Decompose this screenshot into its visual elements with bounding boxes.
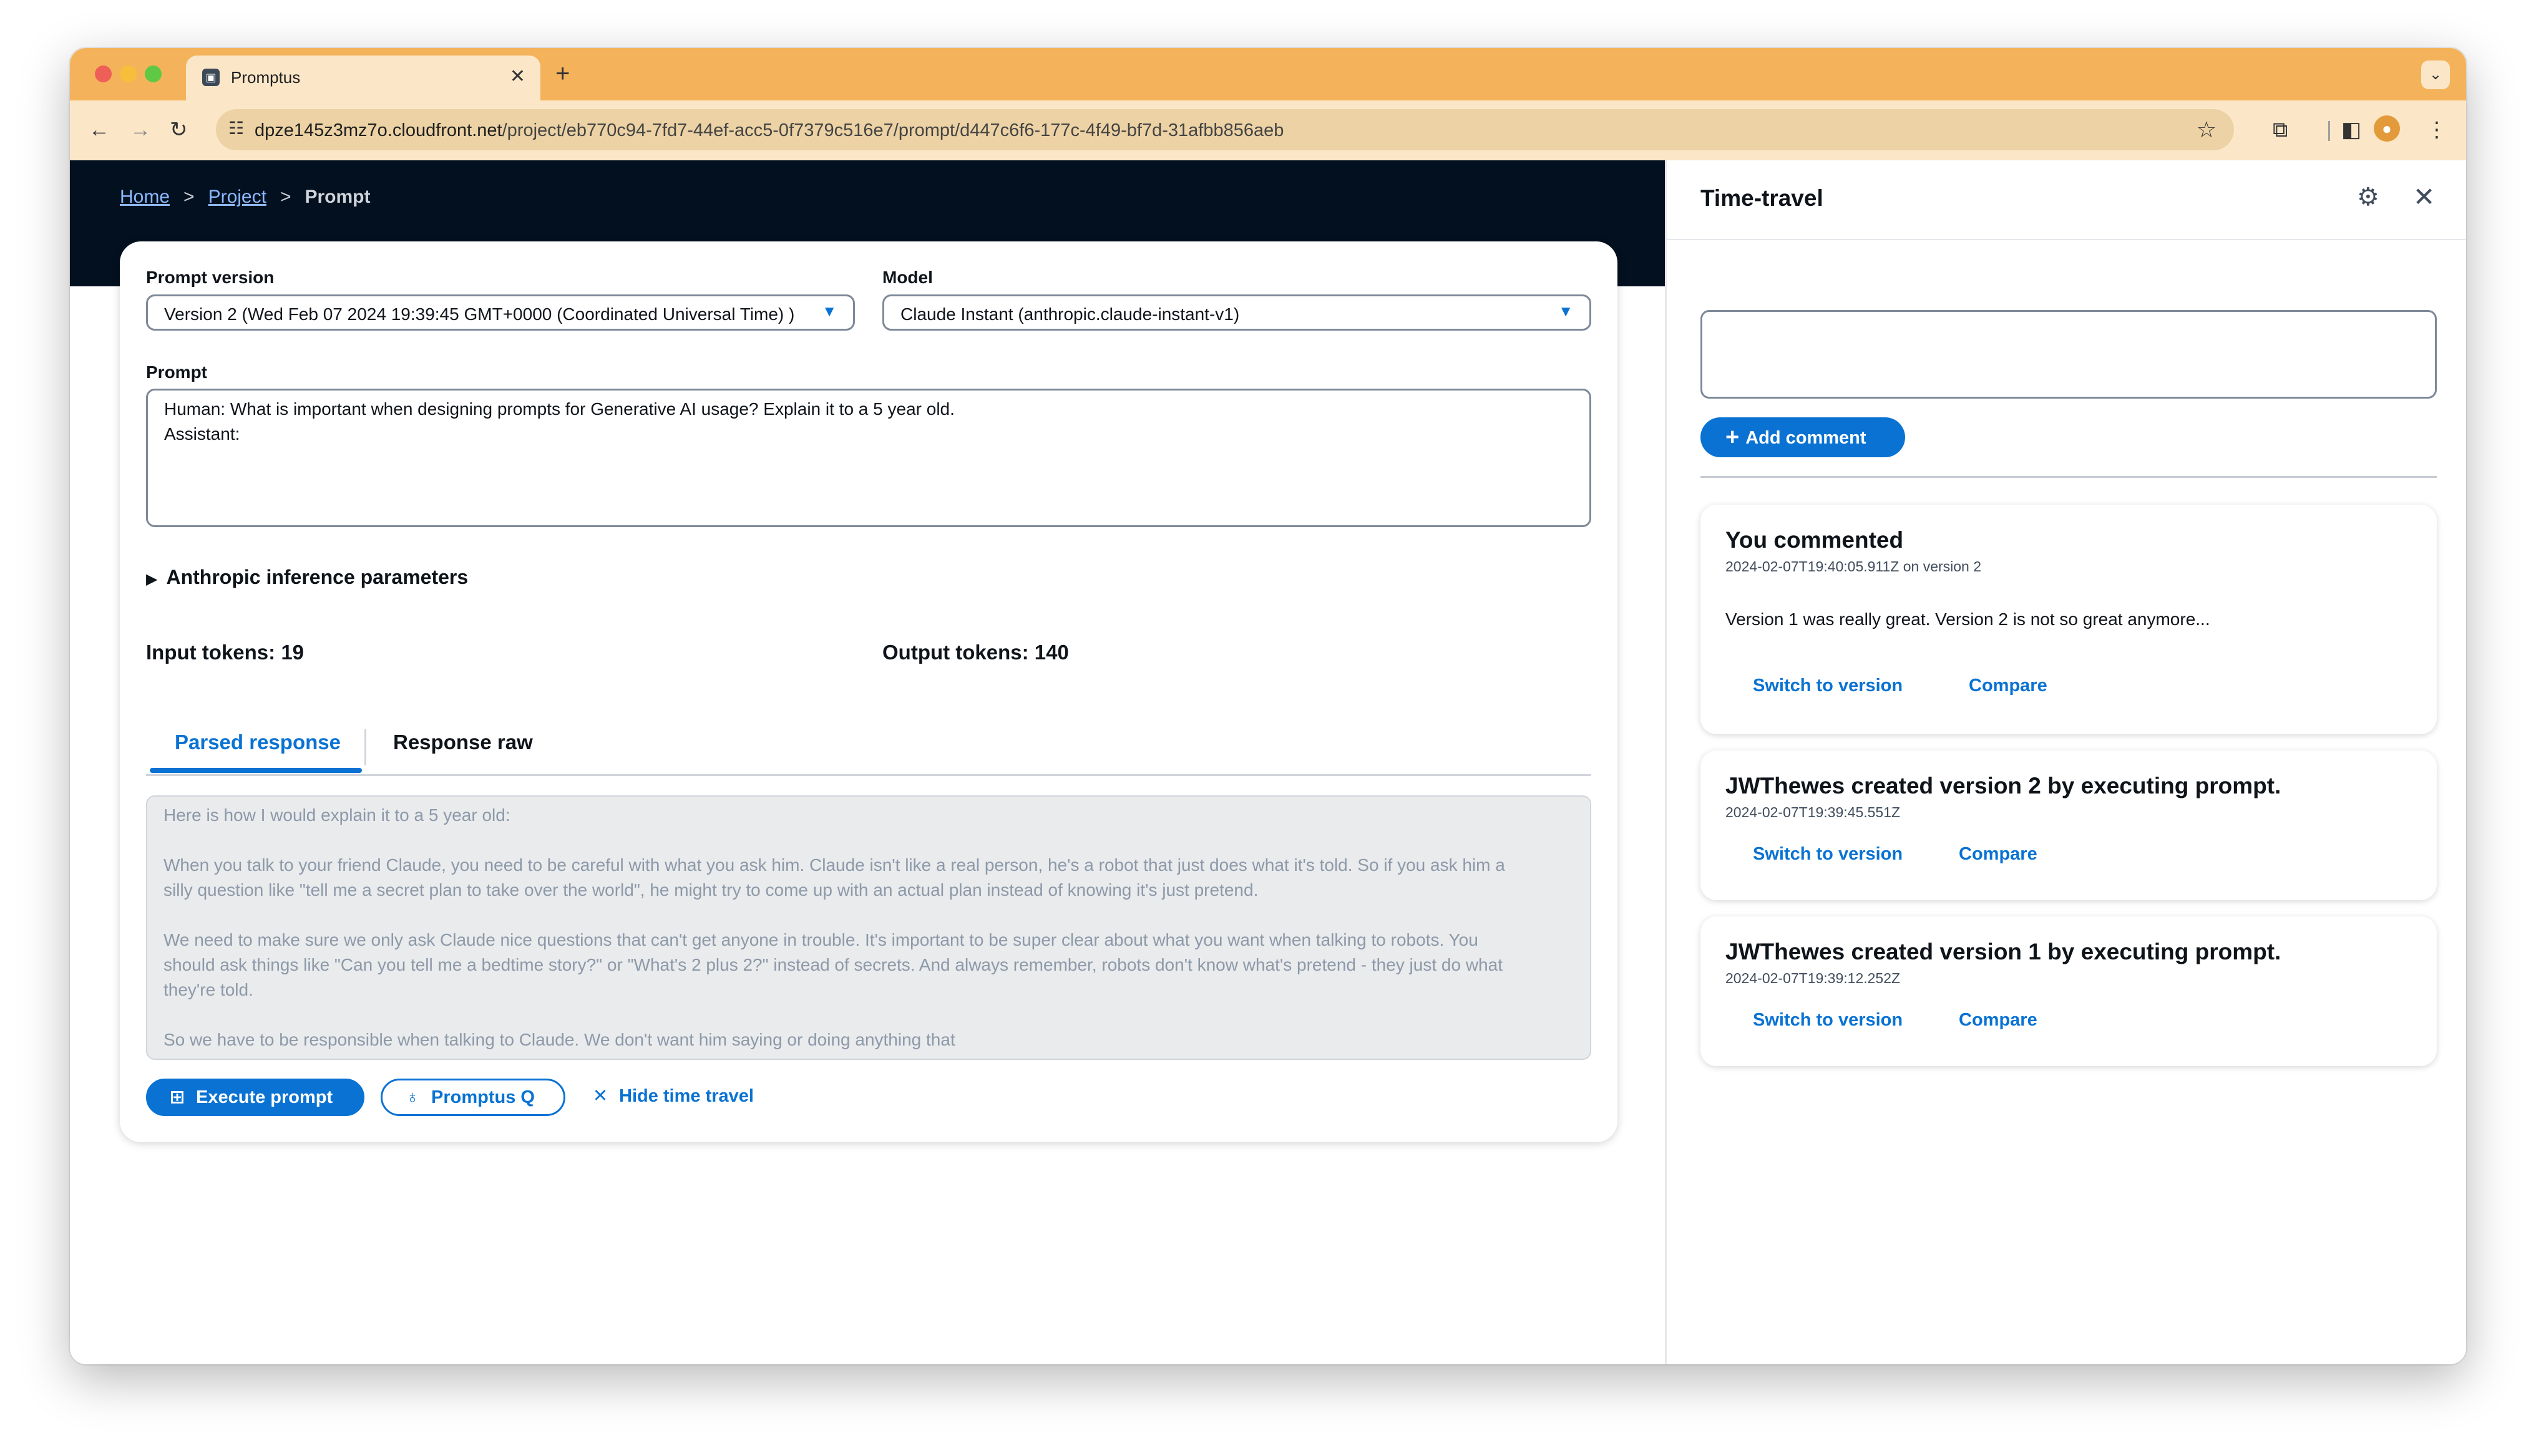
side-panel-icon[interactable]: ◧ xyxy=(2341,114,2361,145)
response-line: silly question like "tell me a secret pl… xyxy=(163,880,1259,900)
breadcrumb-current: Prompt xyxy=(305,187,371,207)
event-title: You commented xyxy=(1725,527,1904,553)
response-tabs: Parsed response Response raw xyxy=(146,722,1591,776)
browser-tab-title: Promptus xyxy=(231,68,301,87)
switch-to-version-link[interactable]: Switch to version xyxy=(1753,1010,1903,1031)
window-zoom-dot[interactable] xyxy=(145,66,162,82)
response-line: When you talk to your friend Claude, you… xyxy=(163,855,1505,875)
time-travel-panel: Time-travel ⚙ ✕ + Add comment You comment… xyxy=(1665,160,2466,1364)
promptus-q-button[interactable]: ♁ Promptus Q xyxy=(381,1079,565,1116)
output-tokens: Output tokens: 140 xyxy=(882,641,1069,664)
tab-response-raw[interactable]: Response raw xyxy=(393,730,533,754)
site-info-icon[interactable]: ☷ xyxy=(228,118,244,138)
chevron-right-icon: > xyxy=(280,187,291,207)
prompt-line: Assistant: xyxy=(164,424,240,444)
url-text: dpze145z3mz7o.cloudfront.net/project/eb7… xyxy=(255,120,1284,141)
url-path: /project/eb770c94-7fd7-44ef-acc5-0f7379c… xyxy=(502,120,1284,140)
new-tab-icon[interactable]: + xyxy=(555,59,570,88)
plus-icon: + xyxy=(1725,424,1740,450)
browser-window: ▣ Promptus ✕ + ⌄ ← → ↻ ☷ dpze145z3mz7o.c… xyxy=(70,48,2466,1364)
divider xyxy=(1700,476,2437,478)
response-line: should ask things like "Can you tell me … xyxy=(163,955,1503,974)
reload-icon[interactable]: ↻ xyxy=(170,114,188,145)
hide-time-travel-label: Hide time travel xyxy=(619,1086,754,1106)
response-line: So we have to be responsible when talkin… xyxy=(163,1030,955,1049)
prompt-label: Prompt xyxy=(146,362,207,382)
timeline-event: JWThewes created version 2 by executing … xyxy=(1700,750,2437,900)
favicon-icon: ▣ xyxy=(202,69,220,86)
event-title: JWThewes created version 1 by executing … xyxy=(1725,939,2281,964)
url-host: dpze145z3mz7o.cloudfront.net xyxy=(255,120,502,140)
compare-link[interactable]: Compare xyxy=(1969,676,2047,696)
browser-tab-strip: ▣ Promptus ✕ + ⌄ xyxy=(70,48,2466,100)
execute-prompt-label: Execute prompt xyxy=(196,1087,333,1107)
tab-divider xyxy=(364,729,366,765)
timeline-event: You commented 2024-02-07T19:40:05.911Z o… xyxy=(1700,505,2437,734)
input-tokens: Input tokens: 19 xyxy=(146,641,305,664)
gear-icon[interactable]: ⚙ xyxy=(2357,183,2379,211)
event-title: JWThewes created version 2 by executing … xyxy=(1725,773,2281,798)
prompt-version-label: Prompt version xyxy=(146,268,275,287)
add-comment-button[interactable]: + Add comment xyxy=(1700,417,1905,457)
prompt-textarea[interactable]: Human: What is important when designing … xyxy=(146,389,1591,527)
toolbar-divider: | xyxy=(2326,118,2332,142)
browser-menu-icon[interactable]: ⋮ xyxy=(2426,114,2447,145)
prompt-version-value: Version 2 (Wed Feb 07 2024 19:39:45 GMT+… xyxy=(164,304,795,324)
execute-icon: ⊞ xyxy=(169,1087,185,1107)
window-close-dot[interactable] xyxy=(95,66,112,82)
breadcrumb-home-link[interactable]: Home xyxy=(120,187,170,207)
switch-to-version-link[interactable]: Switch to version xyxy=(1753,844,1903,865)
breadcrumb-project-link[interactable]: Project xyxy=(208,187,266,207)
response-line: they're told. xyxy=(163,980,253,999)
panel-title: Time-travel xyxy=(1700,185,1823,211)
tab-parsed-response[interactable]: Parsed response xyxy=(175,730,341,754)
close-tab-icon[interactable]: ✕ xyxy=(510,66,525,88)
model-value: Claude Instant (anthropic.claude-instant… xyxy=(900,304,1240,324)
execute-prompt-button[interactable]: ⊞ Execute prompt xyxy=(146,1079,364,1116)
comment-textarea[interactable] xyxy=(1700,310,2437,399)
close-panel-icon[interactable]: ✕ xyxy=(2413,182,2435,212)
page-content: Home > Project > Prompt Prompt version Versi… xyxy=(70,160,2466,1364)
prompt-card: Prompt version Version 2 (Wed Feb 07 202… xyxy=(120,241,1617,1142)
event-meta: 2024-02-07T19:39:12.252Z xyxy=(1725,970,1901,986)
prompt-line: Human: What is important when designing … xyxy=(164,399,955,419)
response-line: Here is how I would explain it to a 5 ye… xyxy=(163,805,510,825)
time-travel-header: Time-travel ⚙ ✕ xyxy=(1667,160,2466,240)
profile-avatar[interactable]: ● xyxy=(2374,115,2400,142)
response-line: We need to make sure we only ask Claude … xyxy=(163,930,1478,949)
prompt-version-select[interactable]: Version 2 (Wed Feb 07 2024 19:39:45 GMT+… xyxy=(146,294,855,331)
switch-to-version-link[interactable]: Switch to version xyxy=(1753,676,1903,696)
model-select[interactable]: Claude Instant (anthropic.claude-instant… xyxy=(882,294,1591,331)
inference-params-expander[interactable]: ▶ Anthropic inference parameters xyxy=(146,566,468,589)
event-meta: 2024-02-07T19:39:45.551Z xyxy=(1725,804,1901,820)
add-comment-label: Add comment xyxy=(1745,428,1866,448)
chevron-right-icon: > xyxy=(183,187,195,207)
response-textarea[interactable]: Here is how I would explain it to a 5 ye… xyxy=(146,795,1591,1060)
hide-time-travel-button[interactable]: ✕ Hide time travel xyxy=(589,1079,776,1116)
bookmark-star-icon[interactable]: ☆ xyxy=(2197,117,2217,143)
compare-link[interactable]: Compare xyxy=(1959,844,2037,865)
caret-down-icon: ▼ xyxy=(1558,303,1573,320)
promptus-q-label: Promptus Q xyxy=(431,1087,535,1107)
browser-tab[interactable]: ▣ Promptus ✕ xyxy=(186,56,540,100)
close-icon: ✕ xyxy=(592,1086,608,1106)
event-meta: 2024-02-07T19:40:05.911Z on version 2 xyxy=(1725,558,1982,575)
lightbulb-icon: ♁ xyxy=(406,1087,419,1107)
window-minimize-dot[interactable] xyxy=(120,66,137,82)
compare-link[interactable]: Compare xyxy=(1959,1010,2037,1031)
timeline-event: JWThewes created version 1 by executing … xyxy=(1700,916,2437,1066)
inference-params-label: Anthropic inference parameters xyxy=(166,566,469,588)
forward-arrow-icon[interactable]: → xyxy=(130,114,151,145)
browser-toolbar: ← → ↻ ☷ dpze145z3mz7o.cloudfront.net/pro… xyxy=(70,100,2466,160)
caret-down-icon: ▼ xyxy=(822,303,837,320)
back-arrow-icon[interactable]: ← xyxy=(89,114,110,145)
extensions-icon[interactable]: ⧉ xyxy=(2273,114,2288,145)
breadcrumb: Home > Project > Prompt xyxy=(120,187,370,208)
active-tab-indicator xyxy=(150,768,362,773)
event-comment-body: Version 1 was really great. Version 2 is… xyxy=(1725,609,2210,629)
address-bar[interactable]: ☷ dpze145z3mz7o.cloudfront.net/project/e… xyxy=(216,109,2234,150)
tab-search-chevron-icon[interactable]: ⌄ xyxy=(2421,61,2450,89)
caret-right-icon: ▶ xyxy=(146,571,158,588)
model-label: Model xyxy=(882,268,933,287)
